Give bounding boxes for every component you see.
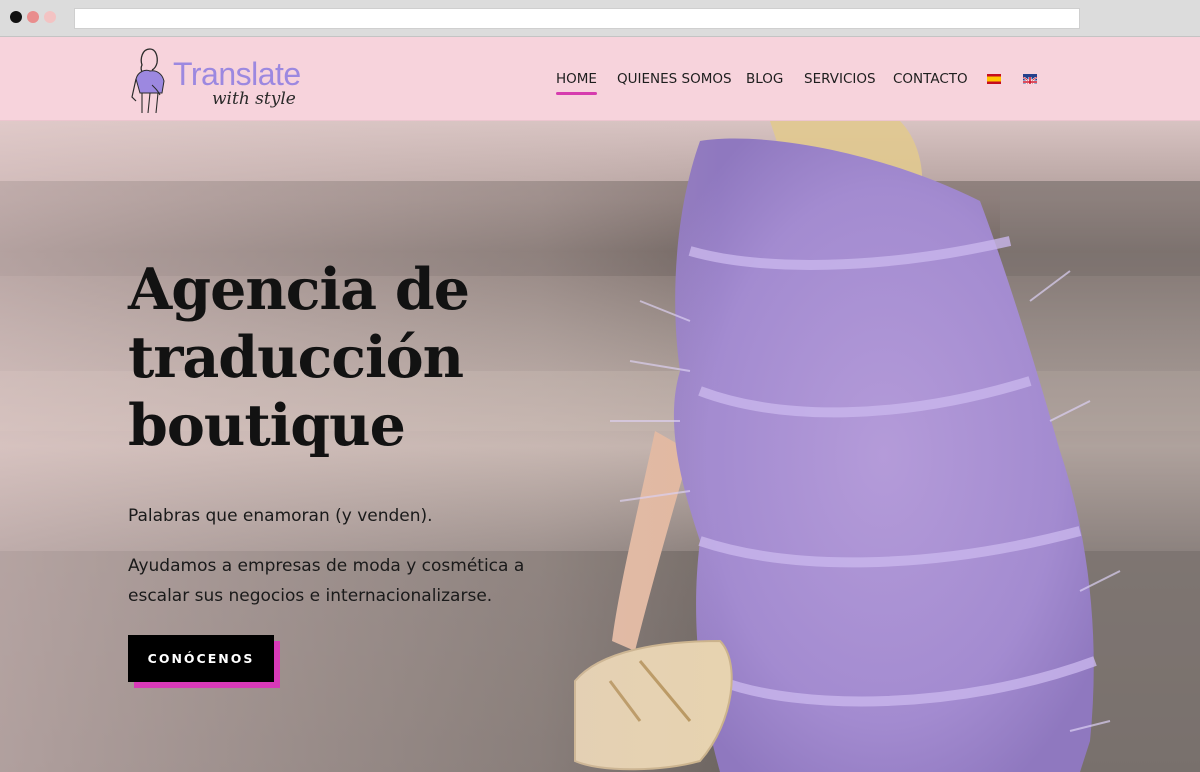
- main-navigation: HOME QUIENES SOMOS BLOG SERVICIOS CONTAC…: [0, 37, 1200, 121]
- browser-chrome: [0, 0, 1200, 37]
- hero-title-line: Agencia de: [128, 256, 470, 323]
- hero-title-line: boutique: [128, 392, 406, 459]
- hero-section: Agencia de traducción boutique Palabras …: [0, 121, 1200, 772]
- hero-title-line: traducción: [128, 324, 464, 391]
- spanish-flag-icon[interactable]: [987, 74, 1001, 84]
- hero-title: Agencia de traducción boutique: [128, 256, 548, 460]
- cta-container: CONÓCENOS: [128, 635, 280, 688]
- nav-quienes-somos[interactable]: QUIENES SOMOS: [617, 71, 732, 87]
- close-window-button[interactable]: [10, 11, 22, 23]
- nav-home[interactable]: HOME: [556, 71, 597, 95]
- hero-tagline: Palabras que enamoran (y venden).: [128, 506, 433, 526]
- conocenos-button[interactable]: CONÓCENOS: [128, 635, 274, 682]
- english-flag-icon[interactable]: [1023, 74, 1037, 84]
- nav-servicios[interactable]: SERVICIOS: [804, 71, 876, 87]
- minimize-window-button[interactable]: [27, 11, 39, 23]
- nav-blog[interactable]: BLOG: [746, 71, 783, 87]
- maximize-window-button[interactable]: [44, 11, 56, 23]
- hero-description: Ayudamos a empresas de moda y cosmética …: [128, 556, 525, 606]
- nav-contacto[interactable]: CONTACTO: [893, 71, 968, 87]
- address-bar[interactable]: [74, 8, 1080, 29]
- site-header: Translate with style HOME QUIENES SOMOS …: [0, 37, 1200, 121]
